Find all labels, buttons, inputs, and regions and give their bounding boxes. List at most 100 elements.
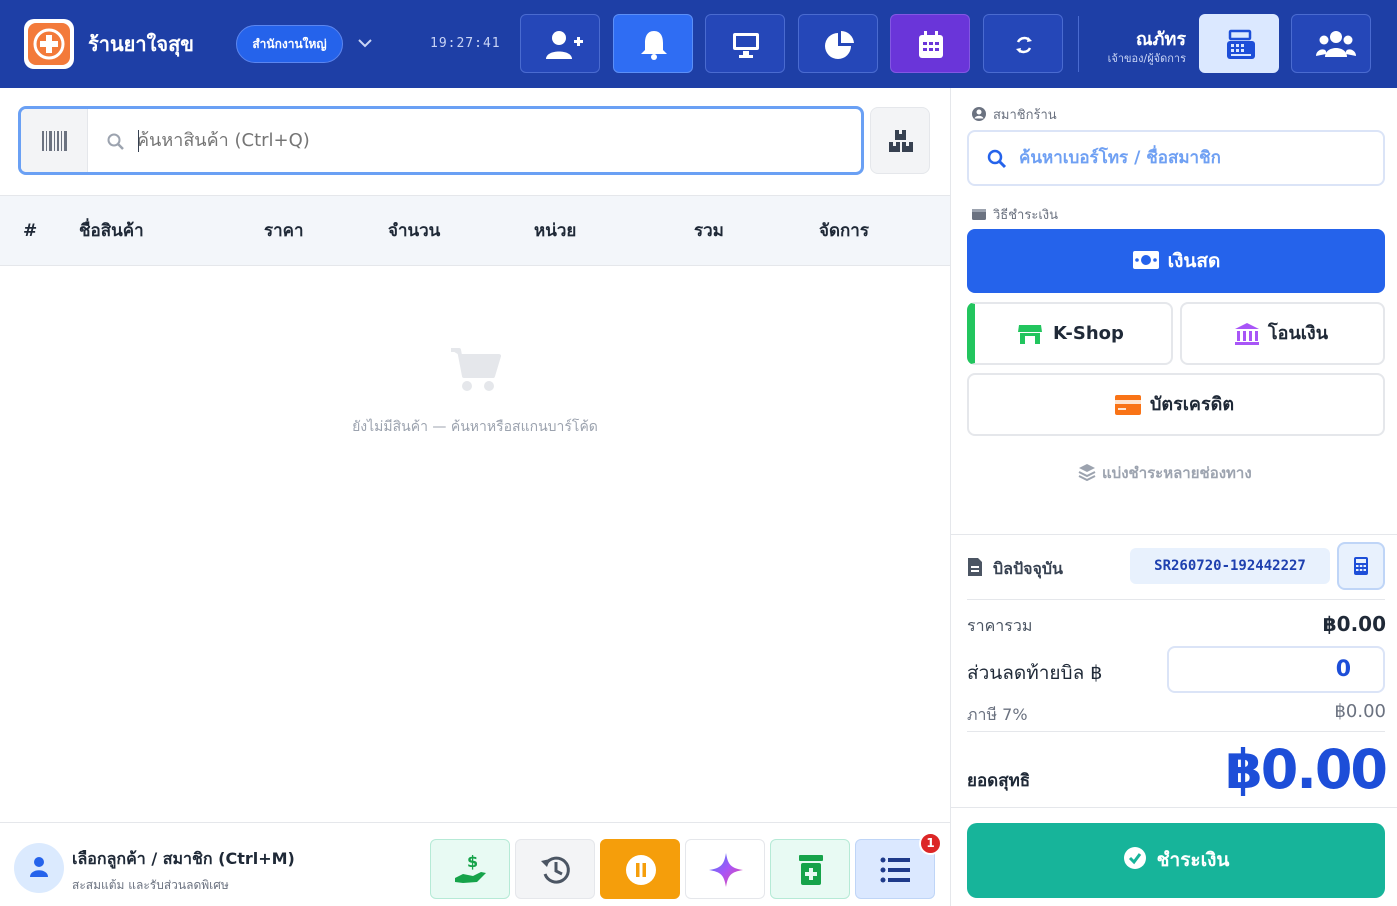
text-cursor [138, 130, 139, 152]
customer-avatar[interactable] [14, 843, 64, 893]
subtotal-label: ราคารวม [967, 616, 1033, 635]
refresh-button[interactable] [983, 14, 1063, 73]
tax-label: ภาษี 7% [967, 705, 1028, 724]
pay-kshop-label: K-Shop [1053, 323, 1124, 344]
store-name: ร้านยาใจสุข [88, 32, 194, 56]
pay-kshop-button[interactable]: K-Shop [967, 302, 1173, 365]
bank-icon [1235, 323, 1259, 345]
pause-icon [626, 855, 656, 885]
select-customer-subtitle: สะสมแต้ม และรับส่วนลดพิเศษ [72, 878, 229, 892]
barcode-scan-button[interactable] [21, 109, 88, 172]
bottom-bar: เลือกลูกค้า / สมาชิก (Ctrl+M) สะสมแต้ม แ… [0, 822, 950, 906]
pos-mode-button[interactable] [1199, 14, 1279, 73]
column-header-qty: จำนวน [388, 221, 441, 241]
subtotal-value: ฿0.00 [1322, 612, 1386, 636]
store-icon [1018, 325, 1042, 344]
summary-line [967, 731, 1385, 732]
member-section-text: สมาชิกร้าน [993, 108, 1057, 123]
summary-separator [951, 534, 1397, 535]
user-plus-icon [546, 31, 583, 59]
current-bill-label: บิลปัจจุบัน [993, 559, 1063, 578]
product-search-box[interactable] [18, 106, 864, 175]
pay-transfer-button[interactable]: โอนเงิน [1180, 302, 1385, 365]
product-search-input[interactable] [137, 109, 737, 172]
inventory-button[interactable] [870, 107, 930, 174]
medicine-icon [799, 855, 823, 885]
refresh-icon [1016, 36, 1032, 54]
pay-credit-card-label: บัตรเครดิต [1150, 394, 1235, 415]
header-divider [1078, 16, 1079, 72]
split-payment-label: แบ่งชำระหลายช่องทาง [1102, 464, 1252, 482]
staff-button[interactable] [1291, 14, 1371, 73]
list-icon [880, 857, 910, 883]
column-header-actions: จัดการ [819, 221, 869, 241]
check-circle-icon [1123, 847, 1146, 869]
payment-section-text: วิธีชำระเงิน [993, 208, 1058, 223]
users-icon [1316, 31, 1356, 57]
calculator-button[interactable] [1337, 542, 1385, 590]
member-search-box[interactable]: ค้นหาเบอร์โทร / ชื่อสมาชิก [967, 130, 1385, 186]
hand-money-icon: $ [455, 852, 486, 883]
checkout-label: ชำระเงิน [1156, 849, 1230, 871]
wallet-icon [972, 209, 986, 220]
cash-register-icon [1227, 29, 1255, 59]
pay-cash-label: เงินสด [1167, 250, 1221, 272]
cash-in-out-button[interactable]: $ [430, 839, 510, 899]
split-payment-link[interactable]: แบ่งชำระหลายช่องทาง [1078, 461, 1252, 485]
reports-button[interactable] [798, 14, 878, 73]
layers-icon [1078, 464, 1096, 482]
member-search-input[interactable]: ค้นหาเบอร์โทร / ชื่อสมาชิก [1019, 132, 1221, 184]
panel-divider [950, 88, 951, 906]
receipt-icon [968, 558, 982, 576]
member-section-label: สมาชิกร้าน [971, 104, 1057, 125]
payment-section-label: วิธีชำระเงิน [971, 204, 1058, 225]
search-icon [107, 133, 125, 155]
calendar-button[interactable] [890, 14, 970, 73]
summary-line [967, 599, 1385, 600]
add-user-button[interactable] [520, 14, 600, 73]
display-button[interactable] [705, 14, 785, 73]
net-total-label: ยอดสุทธิ [967, 771, 1031, 791]
empty-cart-message: ยังไม่มีสินค้า — ค้นหาหรือสแกนบาร์โค้ด [352, 419, 598, 435]
user-role: เจ้าของ/ผู้จัดการ [1107, 52, 1186, 65]
column-header-total: รวม [694, 221, 724, 241]
credit-card-icon [1115, 395, 1141, 415]
history-button[interactable] [515, 839, 595, 899]
calculator-icon [1354, 557, 1368, 575]
medicine-button[interactable] [770, 839, 850, 899]
column-header-name: ชื่อสินค้า [79, 221, 144, 241]
column-header-unit: หน่วย [534, 221, 577, 241]
summary-line [951, 807, 1397, 808]
barcode-icon [42, 131, 67, 151]
pie-chart-icon [825, 30, 854, 59]
clock: 19:27:41 [430, 36, 501, 51]
select-customer-label[interactable]: เลือกลูกค้า / สมาชิก (Ctrl+M) [72, 847, 295, 872]
history-icon [541, 856, 570, 884]
shopping-cart-icon [449, 346, 501, 398]
pay-credit-card-button[interactable]: บัตรเครดิต [967, 373, 1385, 436]
column-header-index: # [23, 221, 38, 241]
boxes-icon [889, 130, 913, 152]
bill-number: SR260720-192442227 [1130, 548, 1330, 584]
chevron-down-icon[interactable] [356, 34, 374, 52]
user-icon [30, 857, 48, 877]
ai-assistant-button[interactable] [685, 839, 765, 899]
column-header-price: ราคา [264, 221, 304, 241]
monitor-icon [733, 33, 759, 58]
search-icon [987, 149, 1007, 169]
pending-bills-badge: 1 [919, 832, 942, 855]
cart-table-header: # ชื่อสินค้า ราคา จำนวน หน่วย รวม จัดการ [0, 195, 950, 266]
pay-transfer-label: โอนเงิน [1268, 323, 1329, 344]
hold-bill-button[interactable] [600, 839, 680, 899]
user-circle-icon [972, 107, 986, 121]
discount-input[interactable] [1167, 646, 1385, 693]
money-bill-icon [1132, 251, 1159, 269]
branch-selector[interactable]: สำนักงานใหญ่ [236, 25, 343, 63]
sparkle-icon [709, 853, 743, 887]
net-total-value: ฿0.00 [1225, 738, 1388, 801]
medical-cross-icon [28, 23, 70, 65]
checkout-button[interactable]: ชำระเงิน [967, 823, 1385, 898]
calendar-icon [919, 31, 943, 58]
pay-cash-button[interactable]: เงินสด [967, 229, 1385, 293]
notifications-button[interactable] [613, 14, 693, 73]
